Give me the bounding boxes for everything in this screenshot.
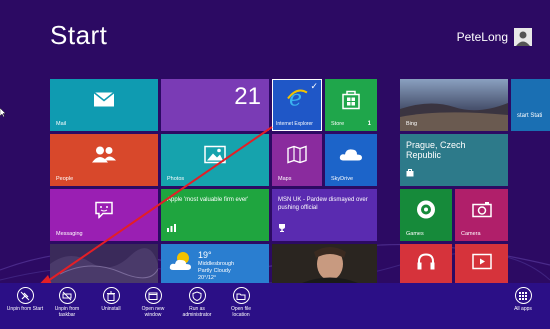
tile-label: Camera [461, 231, 481, 237]
tile-desktop[interactable] [50, 244, 158, 283]
open-new-window-button[interactable]: Open new window [128, 287, 178, 319]
finance-headline: Apple 'most valuable firm ever' [167, 197, 249, 203]
camera-icon [471, 202, 492, 223]
unpin-from-taskbar-button[interactable]: Unpin from taskbar [42, 287, 92, 319]
command-label: Open file location [230, 306, 251, 319]
sport-headline: MSN UK - Pardew dismayed over pushing of… [278, 197, 368, 211]
photos-icon [204, 146, 226, 169]
tile-mail[interactable]: Mail [50, 79, 158, 131]
tile-music[interactable] [400, 244, 452, 283]
tile-skydrive[interactable]: SkyDrive [325, 134, 377, 186]
weather-temperature: 19° [198, 250, 212, 260]
tile-bing[interactable]: Bing [400, 79, 508, 131]
unpin-icon [16, 287, 34, 304]
all-apps-icon [514, 287, 532, 304]
weather-city: Middlesbrough [198, 261, 235, 267]
gamepad-icon [414, 200, 438, 225]
user-account[interactable]: PeteLong [457, 28, 532, 46]
page-title: Start [50, 20, 108, 50]
news-photo [302, 247, 358, 283]
new-window-icon [144, 287, 162, 304]
tile-finance[interactable]: Apple 'most valuable firm ever' [161, 189, 269, 241]
trash-icon [102, 287, 120, 304]
tile-calendar[interactable]: 21 [161, 79, 269, 131]
taskbar-unpin-icon [58, 287, 76, 304]
tile-label: Internet Explorer [276, 121, 313, 127]
command-label: Unpin from taskbar [54, 306, 80, 319]
trophy-icon [278, 219, 286, 237]
tile-text: start Stati [517, 113, 543, 119]
partly-cloudy-icon [169, 250, 193, 277]
app-bar: Unpin from Start Unpin from taskbar Unin… [0, 283, 550, 329]
internet-explorer-icon: e [286, 86, 308, 113]
check-icon: ✓ [310, 81, 318, 91]
mail-icon [93, 92, 115, 113]
tile-partial[interactable]: start Stati [511, 79, 550, 131]
tile-people[interactable]: People [50, 134, 158, 186]
user-name: PeteLong [456, 30, 508, 44]
tile-photos[interactable]: Photos [161, 134, 269, 186]
tile-label: Store [331, 121, 345, 127]
tile-label: Messaging [56, 231, 83, 237]
maps-icon [287, 145, 307, 169]
tile-maps[interactable]: Maps [272, 134, 322, 186]
store-icon [341, 90, 361, 115]
weather-details: Middlesbrough Partly Cloudy 20°/12° [198, 261, 234, 282]
mouse-pointer-icon [0, 108, 6, 117]
store-badge: 1 [367, 121, 371, 127]
headphones-icon [416, 252, 436, 275]
cloud-icon [339, 148, 363, 167]
calendar-day: 21 [234, 83, 261, 110]
desktop-wallpaper [50, 248, 158, 283]
tile-news[interactable] [272, 244, 377, 283]
tile-video[interactable] [455, 244, 508, 283]
open-file-location-button[interactable]: Open file location [216, 287, 266, 319]
command-label: Run as administrator [182, 306, 212, 319]
tile-weather[interactable]: 19° Middlesbrough Partly Cloudy 20°/12° [161, 244, 269, 283]
tile-internet-explorer[interactable]: ✓ e Internet Explorer [272, 79, 322, 131]
run-as-administrator-button[interactable]: Run as administrator [172, 287, 222, 319]
tile-camera[interactable]: Camera [455, 189, 508, 241]
command-label: All apps [514, 306, 532, 312]
tile-label: People [56, 176, 74, 182]
tile-label: SkyDrive [331, 176, 354, 182]
all-apps-button[interactable]: All apps [498, 287, 548, 312]
tile-sport[interactable]: MSN UK - Pardew dismayed over pushing of… [272, 189, 377, 241]
video-icon [471, 253, 492, 274]
tile-travel[interactable]: Prague, Czech Republic [400, 134, 508, 186]
tile-label: Photos [167, 176, 185, 182]
command-label: Open new window [141, 306, 165, 319]
tile-label: Maps [278, 176, 292, 182]
folder-icon [232, 287, 250, 304]
suitcase-icon [406, 164, 414, 182]
chart-icon [167, 219, 176, 237]
travel-destination: Prague, Czech Republic [406, 140, 466, 161]
weather-range: 20°/12° [198, 275, 217, 282]
tile-label: Bing [406, 121, 418, 127]
shield-icon [188, 287, 206, 304]
people-icon [91, 146, 117, 169]
avatar [514, 28, 532, 46]
tile-store[interactable]: Store 1 [325, 79, 377, 131]
weather-condition: Partly Cloudy [198, 268, 231, 275]
tile-label: Mail [56, 121, 67, 127]
tile-messaging[interactable]: Messaging [50, 189, 158, 241]
tile-label: Games [406, 231, 424, 237]
messaging-icon [94, 201, 114, 224]
tile-games[interactable]: Games [400, 189, 452, 241]
